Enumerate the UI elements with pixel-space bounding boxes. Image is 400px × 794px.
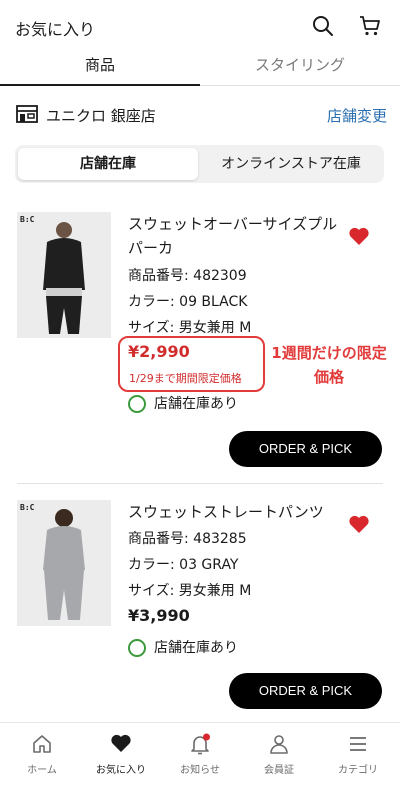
cart-icon[interactable] [358,14,382,38]
brand-badge: B:C [20,503,35,512]
nav-membership-label: 会員証 [264,765,294,776]
price-highlight-box [118,336,265,392]
member-icon [270,735,288,754]
segment-store-stock[interactable]: 店舗在庫 [18,148,198,180]
order-pick-button[interactable]: ORDER & PICK [229,673,382,709]
nav-membership[interactable]: 会員証 [239,733,319,776]
nav-home[interactable]: ホーム [2,733,82,776]
nav-notifications[interactable]: お知らせ [160,733,240,776]
segment-online-stock[interactable]: オンラインストア在庫 [201,148,381,180]
nav-favorites[interactable]: お気に入り [81,733,161,776]
favorite-heart-icon[interactable] [348,226,370,246]
bottom-navigation: ホーム お気に入り お知らせ 会員証 カテゴリ [0,722,400,794]
menu-icon [350,737,366,751]
product-color: カラー: 03 GRAY [128,557,239,573]
stock-segmented-control: 店舗在庫 オンラインストア在庫 [15,145,384,183]
nav-category[interactable]: カテゴリ [318,733,398,776]
product-image[interactable]: B:C [17,212,111,338]
nav-home-label: ホーム [27,765,57,776]
tab-styling[interactable]: スタイリング [200,54,400,75]
product-photo-illustration [17,212,111,338]
product-price: ¥3,990 [128,606,190,625]
product-size: サイズ: 男女兼用 M [128,583,252,599]
product-color: カラー: 09 BLACK [128,294,248,310]
store-name: ユニクロ 銀座店 [46,107,156,125]
tab-bar: 商品 スタイリング [0,48,400,86]
product-size: サイズ: 男女兼用 M [128,320,252,336]
bell-icon [191,733,210,755]
in-stock-circle-icon [128,395,146,413]
limited-price-annotation: 1週間だけの限定価格 [271,344,387,386]
change-store-link[interactable]: 店舗変更 [327,105,387,126]
home-icon [33,735,51,753]
divider [17,483,383,484]
page-title: お気に入り [15,20,96,39]
notification-badge [203,733,210,741]
order-pick-button[interactable]: ORDER & PICK [229,431,382,467]
store-icon [16,105,38,123]
brand-badge: B:C [20,215,35,224]
stock-status: 店舗在庫あり [128,393,238,413]
stock-label: 店舗在庫あり [154,640,238,656]
nav-notifications-label: お知らせ [180,765,220,776]
in-stock-circle-icon [128,639,146,657]
product-photo-illustration [17,500,111,626]
product-name[interactable]: スウェットストレートパンツ [128,500,338,524]
product-number: 商品番号: 483285 [128,531,247,547]
stock-label: 店舗在庫あり [154,396,238,412]
stock-status: 店舗在庫あり [128,637,238,657]
nav-favorites-label: お気に入り [96,765,146,776]
product-image[interactable]: B:C [17,500,111,626]
nav-category-label: カテゴリ [338,765,378,776]
tab-products[interactable]: 商品 [0,54,200,75]
app-header: お気に入り [0,0,400,50]
search-icon[interactable] [311,14,335,38]
product-name[interactable]: スウェットオーバーサイズプルパーカ [128,212,338,260]
store-row: ユニクロ 銀座店 店舗変更 [0,100,400,128]
product-number: 商品番号: 482309 [128,268,247,284]
active-tab-indicator [0,84,200,86]
heart-icon [111,734,131,752]
favorite-heart-icon[interactable] [348,514,370,534]
